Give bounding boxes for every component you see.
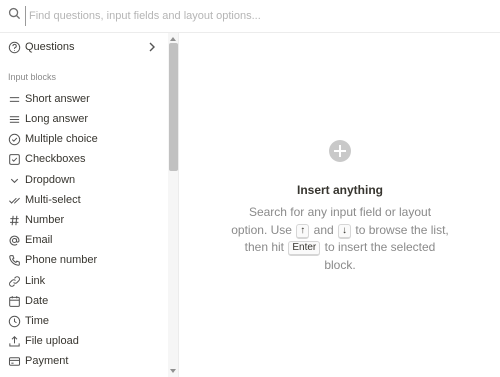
description-text: to insert the selected block. — [324, 240, 436, 272]
chevron-down-icon — [6, 172, 22, 188]
search-icon — [8, 7, 21, 25]
hash-icon — [6, 212, 22, 228]
plus-circle-icon — [329, 140, 351, 162]
sidebar-item-label: Time — [25, 315, 50, 327]
sidebar-scrollbar[interactable] — [168, 33, 178, 377]
sidebar: Questions Input blocks Short answer Long… — [0, 33, 179, 377]
sidebar-item-time[interactable]: Time — [0, 311, 168, 331]
link-icon — [6, 273, 22, 289]
sidebar-item-file-upload[interactable]: File upload — [0, 331, 168, 351]
checkbox-icon — [6, 151, 22, 167]
sidebar-item-label: Date — [25, 295, 49, 307]
scroll-down-arrow-icon[interactable] — [170, 369, 176, 373]
sidebar-item-label: Short answer — [25, 93, 90, 105]
section-title-input-blocks: Input blocks — [8, 72, 57, 82]
sidebar-item-label: Questions — [25, 41, 75, 53]
sidebar-item-label: Long answer — [25, 113, 88, 125]
sidebar-item-label: Email — [25, 234, 53, 246]
empty-state-title: Insert anything — [296, 183, 383, 197]
long-text-icon — [6, 111, 22, 127]
help-circle-icon — [6, 39, 22, 55]
sidebar-item-payment[interactable]: Payment — [0, 351, 168, 371]
insert-block-menu: Questions Input blocks Short answer Long… — [0, 0, 500, 377]
double-check-icon — [6, 192, 22, 208]
sidebar-item-questions[interactable]: Questions — [0, 37, 168, 57]
sidebar-item-long-answer[interactable]: Long answer — [0, 109, 168, 129]
sidebar-item-number[interactable]: Number — [0, 210, 168, 230]
enter-key: Enter — [288, 241, 321, 256]
sidebar-item-link[interactable]: Link — [0, 271, 168, 291]
sidebar-item-label: Payment — [25, 355, 69, 367]
description-text: and — [313, 222, 334, 237]
sidebar-item-label: Number — [25, 214, 65, 226]
scrollbar-thumb[interactable] — [169, 43, 178, 171]
empty-state-panel: Insert anything Search for any input fie… — [180, 33, 500, 377]
sidebar-item-label: Multiple choice — [25, 133, 98, 145]
sidebar-item-short-answer[interactable]: Short answer — [0, 89, 168, 109]
sidebar-item-label: Multi-select — [25, 194, 81, 206]
sidebar-item-multiple-choice[interactable]: Multiple choice — [0, 129, 168, 149]
sidebar-item-date[interactable]: Date — [0, 291, 168, 311]
search-input[interactable] — [25, 6, 485, 26]
short-text-icon — [6, 91, 22, 107]
check-circle-icon — [6, 131, 22, 147]
sidebar-item-multi-select[interactable]: Multi-select — [0, 190, 168, 210]
sidebar-item-label: Link — [25, 275, 46, 287]
sidebar-item-label: Checkboxes — [25, 153, 86, 165]
sidebar-item-label: Dropdown — [25, 174, 76, 186]
arrow-down-key: ↓ — [338, 223, 352, 239]
sidebar-item-phone-number[interactable]: Phone number — [0, 250, 168, 270]
sidebar-item-label: File upload — [25, 335, 79, 347]
credit-card-icon — [6, 353, 22, 369]
chevron-right-icon — [147, 41, 157, 53]
clock-icon — [6, 313, 22, 329]
empty-state-description: Search for any input field or layout opt… — [230, 204, 450, 274]
sidebar-item-label: Phone number — [25, 254, 98, 266]
sidebar-item-checkboxes[interactable]: Checkboxes — [0, 149, 168, 169]
arrow-up-key: ↑ — [296, 223, 310, 239]
calendar-icon — [6, 293, 22, 309]
at-sign-icon — [6, 232, 22, 248]
sidebar-item-email[interactable]: Email — [0, 230, 168, 250]
scroll-up-arrow-icon[interactable] — [170, 37, 176, 41]
phone-icon — [6, 252, 22, 268]
search-bar — [0, 0, 500, 33]
upload-icon — [6, 333, 22, 349]
sidebar-item-dropdown[interactable]: Dropdown — [0, 170, 168, 190]
